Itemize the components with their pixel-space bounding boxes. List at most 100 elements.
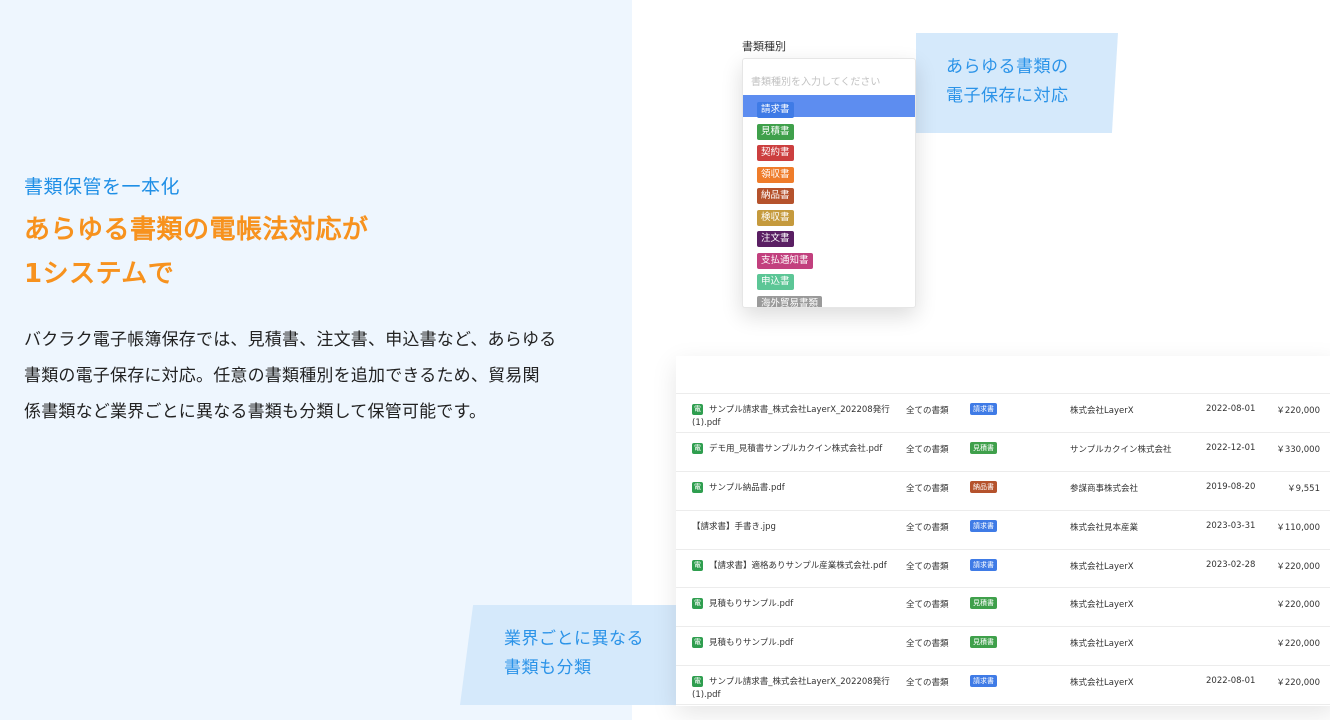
electronic-document-icon: 電: [692, 637, 703, 649]
document-type-label: 書類種別: [742, 40, 786, 53]
headline-line-1: あらゆる書類の電帳法対応が: [24, 215, 369, 245]
date-cell: 2022-08-01: [1206, 676, 1256, 687]
option-0[interactable]: 請求書: [743, 95, 915, 118]
amount-cell: ￥110,000: [1276, 522, 1320, 533]
file-name-cell[interactable]: 電デモ用_見積書サンプルカクイン株式会社.pdf: [692, 442, 892, 456]
table-header: [676, 356, 1330, 394]
file-name-cell[interactable]: 電見積もりサンプル.pdf: [692, 598, 892, 611]
table-row[interactable]: 電【請求書】適格ありサンプル産業株式会社.pdf 全ての書類 請求書 株式会社Laye…: [676, 550, 1330, 589]
type-cell: 請求書: [970, 519, 997, 532]
type-cell: 見積書: [970, 636, 997, 649]
document-type-chip: 支払通知書: [757, 252, 813, 269]
document-type-input[interactable]: 書類種別を入力してください: [743, 59, 915, 95]
vendor-cell: 株式会社LayerX: [1070, 561, 1134, 572]
callout-all-documents: あらゆる書類の 電子保存に対応: [916, 33, 1118, 133]
headline: あらゆる書類の電帳法対応が 1システムで: [24, 208, 369, 296]
scope-cell: 全ての書類: [906, 483, 949, 494]
file-name: 見積もりサンプル.pdf: [709, 638, 794, 649]
body-line-3: 係書類など業界ごとに異なる書類も分類して保管可能です。: [24, 402, 487, 422]
vendor-cell: サンプルカクイン株式会社: [1070, 444, 1172, 455]
type-badge: 納品書: [970, 480, 997, 493]
vendor-cell: 株式会社LayerX: [1070, 600, 1134, 611]
option-7[interactable]: 支払通知書: [743, 246, 915, 269]
document-type-chip: 注文書: [757, 231, 794, 247]
option-8[interactable]: 申込書: [743, 267, 915, 290]
date-cell: 2019-08-20: [1206, 481, 1256, 492]
vendor-cell: 株式会社見本産業: [1070, 522, 1139, 533]
document-type-select: 書類種別 書類種別を入力してください 請求書見積書 契約書領収書 納品書検収書注文書…: [742, 38, 920, 308]
document-type-chip: 見積書: [757, 123, 794, 140]
amount-cell: ￥220,000: [1276, 678, 1320, 689]
file-name-cell[interactable]: 【請求書】手書き.jpg: [692, 521, 892, 534]
file-name: サンプル請求書_株式会社LayerX_202208発行(1).pdf: [692, 677, 890, 701]
file-name-cell[interactable]: 電サンプル請求書_株式会社LayerX_202208発行(1).pdf: [692, 676, 892, 702]
type-cell: 請求書: [970, 558, 997, 571]
date-cell: 2022-12-01: [1206, 442, 1256, 453]
body-line-2: 書類の電子保存に対応。任意の書類種別を追加できるため、貿易関: [24, 366, 540, 386]
file-name: 見積もりサンプル.pdf: [709, 599, 794, 610]
file-name-cell[interactable]: 電【請求書】適格ありサンプル産業株式会社.pdf: [692, 559, 892, 573]
electronic-document-icon: 電: [692, 404, 703, 415]
document-type-chip: 請求書: [757, 102, 794, 118]
body-text: バクラク電子帳簿保存では、見積書、注文書、申込書など、あらゆる 書類の電子保存に…: [24, 322, 604, 430]
scope-cell: 全ての書類: [906, 444, 949, 455]
document-type-chip: 申込書: [757, 274, 794, 290]
amount-cell: ￥9,551: [1287, 483, 1320, 494]
table-row[interactable]: 電サンプル請求書_株式会社LayerX_202208発行(1).pdf 全ての書類…: [676, 394, 1330, 433]
scope-cell: 全ての書類: [906, 678, 949, 689]
document-type-chip: 検収書: [757, 209, 794, 226]
electronic-document-icon: 電: [692, 481, 703, 493]
electronic-document-icon: 電: [692, 598, 703, 610]
type-badge: 請求書: [970, 675, 997, 688]
type-badge: 請求書: [970, 403, 997, 415]
amount-cell: ￥220,000: [1276, 639, 1320, 650]
option-9[interactable]: 海外貿易書類: [743, 289, 915, 307]
document-type-chip: 海外貿易書類: [757, 295, 823, 307]
type-cell: 納品書: [970, 480, 997, 493]
amount-cell: ￥220,000: [1276, 406, 1320, 416]
file-name: サンプル請求書_株式会社LayerX_202208発行(1).pdf: [692, 405, 890, 428]
type-cell: 見積書: [970, 597, 997, 610]
table-row[interactable]: 【請求書】手書き.jpg 全ての書類 請求書 株式会社見本産業 2023-03-31 ￥1…: [676, 511, 1330, 550]
file-name: 【請求書】適格ありサンプル産業株式会社.pdf: [709, 560, 887, 571]
document-type-options: 請求書見積書 契約書領収書 納品書検収書注文書支払通知書申込書海外貿易書類: [743, 95, 915, 307]
file-name-cell[interactable]: 電サンプル請求書_株式会社LayerX_202208発行(1).pdf: [692, 404, 892, 430]
callout-top-line-1: あらゆる書類の: [946, 57, 1069, 77]
file-name-cell[interactable]: 電見積もりサンプル.pdf: [692, 637, 892, 650]
table-row[interactable]: 電サンプル納品書.pdf 全ての書類 納品書 参謀商事株式会社 2019-08-20 ￥9…: [676, 472, 1330, 511]
type-cell: 請求書: [970, 403, 997, 415]
type-badge: 見積書: [970, 597, 997, 610]
headline-line-2: 1システムで: [24, 259, 175, 289]
option-5[interactable]: 検収書: [743, 203, 915, 226]
type-cell: 請求書: [970, 675, 997, 688]
table-row[interactable]: 電サンプル請求書_株式会社LayerX_202208発行(1).pdf 全ての書類…: [676, 666, 1330, 706]
callout-top-line-2: 電子保存に対応: [946, 86, 1069, 106]
file-name-cell[interactable]: 電サンプル納品書.pdf: [692, 481, 892, 495]
date-cell: 2022-08-01: [1206, 404, 1256, 414]
amount-cell: ￥330,000: [1276, 444, 1320, 455]
option-6[interactable]: 注文書: [743, 224, 915, 247]
amount-cell: ￥220,000: [1276, 561, 1320, 572]
option-3[interactable]: 領収書: [743, 160, 915, 183]
table-row[interactable]: 電デモ用_見積書サンプルカクイン株式会社.pdf 全ての書類 見積書 サンプルカクイン…: [676, 433, 1330, 472]
option-4[interactable]: 納品書: [743, 181, 915, 204]
option-2[interactable]: 契約書: [743, 138, 915, 161]
type-badge: 請求書: [970, 519, 997, 532]
amount-cell: ￥220,000: [1276, 600, 1320, 611]
section-eyebrow: 書類保管を一本化: [24, 176, 181, 198]
table-body: 電サンプル請求書_株式会社LayerX_202208発行(1).pdf 全ての書類…: [676, 394, 1330, 706]
file-name: サンプル納品書.pdf: [709, 482, 785, 493]
table-row[interactable]: 電見積もりサンプル.pdf 全ての書類 見積書 株式会社LayerX ￥220,000: [676, 627, 1330, 667]
type-cell: 見積書: [970, 441, 997, 454]
scope-cell: 全ての書類: [906, 406, 949, 416]
file-name: 【請求書】手書き.jpg: [692, 521, 776, 532]
vendor-cell: 株式会社LayerX: [1070, 639, 1134, 650]
option-1[interactable]: 見積書: [743, 117, 915, 140]
table-row[interactable]: 電見積もりサンプル.pdf 全ての書類 見積書 株式会社LayerX ￥220,000: [676, 588, 1330, 628]
date-cell: 2023-03-31: [1206, 520, 1256, 531]
type-badge: 請求書: [970, 558, 997, 571]
document-type-chip: 領収書: [757, 166, 794, 183]
electronic-document-icon: 電: [692, 559, 703, 571]
body-line-1: バクラク電子帳簿保存では、見積書、注文書、申込書など、あらゆる: [24, 330, 557, 350]
scope-cell: 全ての書類: [906, 639, 949, 650]
